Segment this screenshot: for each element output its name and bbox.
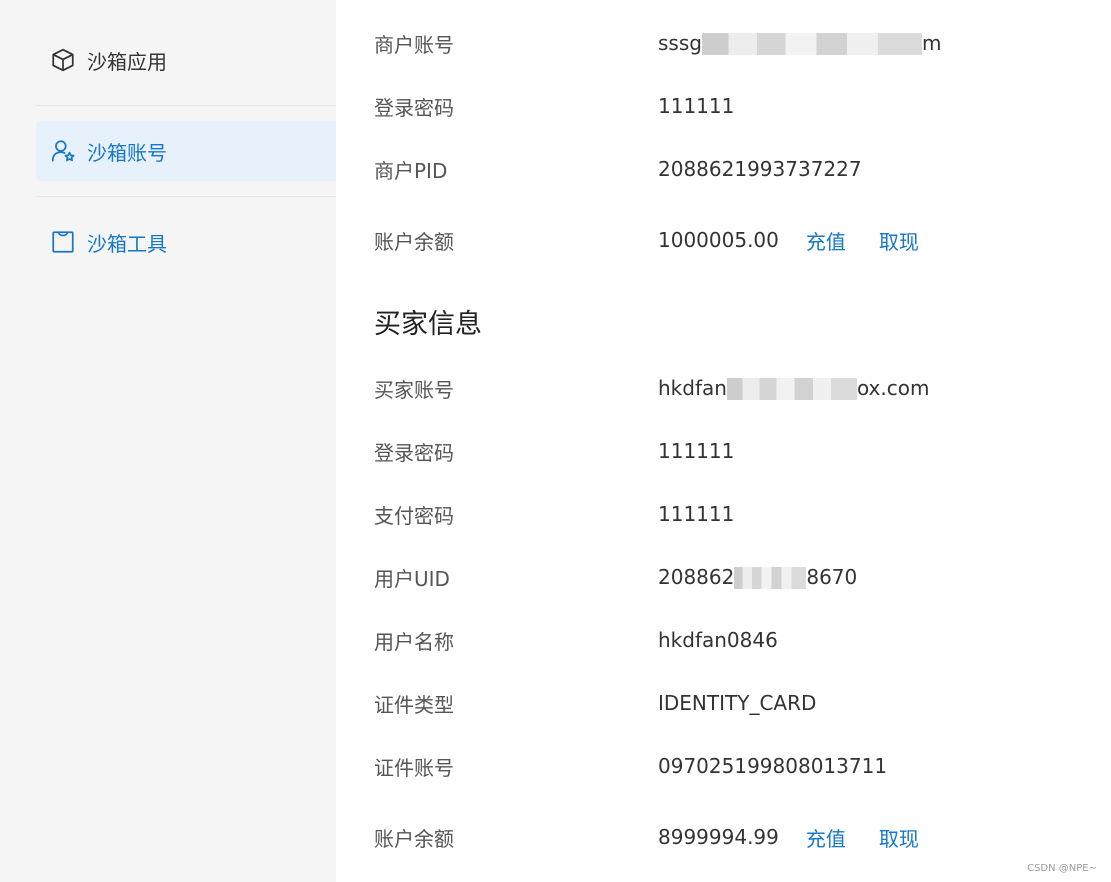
merchant-balance-value: 1000005.00 [658, 228, 779, 252]
sidebar-item-label: 沙箱账号 [87, 140, 167, 165]
watermark: CSDN @NPE~ [1027, 863, 1097, 874]
buyer-username-value: hkdfan0846 [658, 628, 778, 652]
merchant-recharge-link[interactable]: 充值 [806, 226, 846, 255]
cube-icon [52, 48, 74, 72]
buyer-recharge-link[interactable]: 充值 [806, 823, 846, 852]
buyer-login-password-label: 登录密码 [374, 440, 454, 465]
buyer-pay-password-row: 支付密码 111111 [374, 499, 1074, 529]
buyer-login-password-value: 111111 [658, 439, 735, 463]
buyer-section-title: 买家信息 [374, 309, 482, 340]
buyer-account-row: 买家账号 hkdfan ox.com [374, 373, 1074, 403]
buyer-balance-row: 账户余额 8999994.99 充值 取现 [374, 822, 1074, 852]
sidebar: 沙箱应用 沙箱账号 沙箱工具 [0, 0, 336, 882]
sidebar-item-sandbox-tools[interactable]: 沙箱工具 [36, 212, 336, 272]
masked-area [726, 378, 857, 401]
merchant-balance-row: 账户余额 1000005.00 充值 取现 [374, 225, 1074, 255]
buyer-withdraw-link[interactable]: 取现 [879, 823, 919, 852]
sidebar-divider [36, 196, 336, 197]
buyer-login-password-row: 登录密码 111111 [374, 436, 1074, 466]
sidebar-item-label: 沙箱工具 [87, 231, 167, 256]
merchant-password-label: 登录密码 [374, 95, 454, 120]
masked-area [701, 33, 922, 56]
buyer-uid-label: 用户UID [374, 566, 450, 591]
buyer-balance-value: 8999994.99 [658, 825, 779, 849]
merchant-account-row: 商户账号 sssg m [374, 28, 1074, 58]
buyer-username-row: 用户名称 hkdfan0846 [374, 625, 1074, 655]
merchant-balance-label: 账户余额 [374, 229, 454, 254]
merchant-pid-label: 商户PID [374, 158, 448, 183]
buyer-id-number-row: 证件账号 097025199808013711 [374, 751, 1074, 781]
buyer-id-number-label: 证件账号 [374, 755, 454, 780]
sidebar-divider [36, 105, 336, 106]
buyer-account-value: hkdfan ox.com [658, 375, 930, 401]
user-star-icon [51, 140, 75, 162]
sidebar-item-sandbox-app[interactable]: 沙箱应用 [36, 30, 336, 90]
buyer-uid-row: 用户UID 208862 8670 [374, 562, 1074, 592]
merchant-pid-value: 2088621993737227 [658, 157, 862, 181]
merchant-password-value: 111111 [658, 94, 735, 118]
buyer-id-type-value: IDENTITY_CARD [658, 691, 817, 715]
buyer-balance-label: 账户余额 [374, 826, 454, 851]
masked-area [734, 567, 807, 590]
merchant-pid-row: 商户PID 2088621993737227 [374, 154, 1074, 184]
buyer-id-type-row: 证件类型 IDENTITY_CARD [374, 688, 1074, 718]
buyer-id-number-value: 097025199808013711 [658, 754, 888, 778]
buyer-pay-password-label: 支付密码 [374, 503, 454, 528]
merchant-password-row: 登录密码 111111 [374, 91, 1074, 121]
sidebar-item-label: 沙箱应用 [87, 49, 167, 74]
buyer-username-label: 用户名称 [374, 629, 454, 654]
sidebar-item-sandbox-account[interactable]: 沙箱账号 [36, 121, 336, 181]
merchant-account-value: sssg m [658, 30, 942, 56]
buyer-id-type-label: 证件类型 [374, 692, 454, 717]
main-content: 商户账号 sssg m 登录密码 111111 商户PID 20886219937… [336, 0, 1111, 882]
bag-icon [52, 231, 74, 253]
buyer-pay-password-value: 111111 [658, 502, 735, 526]
merchant-account-label: 商户账号 [374, 32, 454, 57]
merchant-withdraw-link[interactable]: 取现 [879, 226, 919, 255]
buyer-uid-value: 208862 8670 [658, 564, 858, 590]
buyer-account-label: 买家账号 [374, 377, 454, 402]
